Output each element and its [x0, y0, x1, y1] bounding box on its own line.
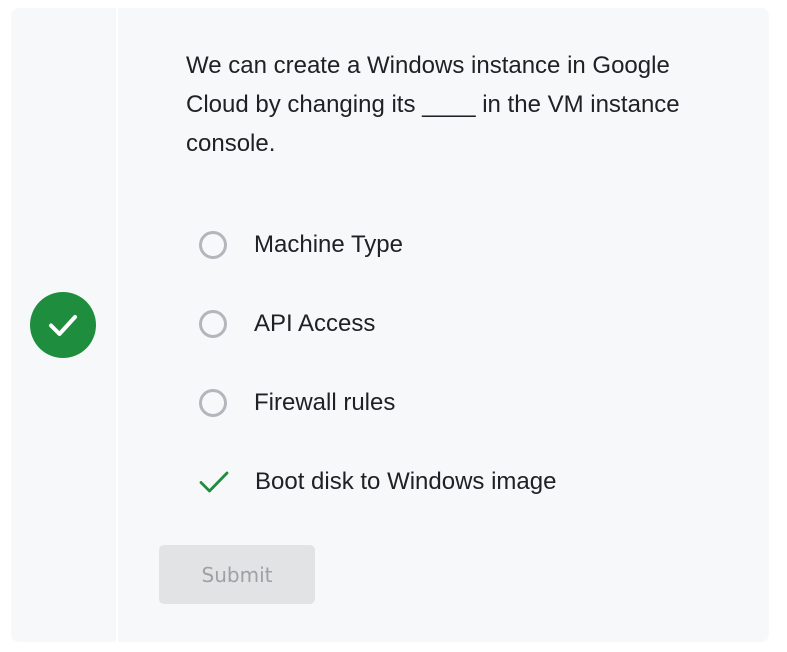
- question-text: We can create a Windows instance in Goog…: [186, 52, 680, 157]
- radio-button[interactable]: [199, 389, 227, 417]
- option-label: Firewall rules: [254, 389, 396, 416]
- option-label: API Access: [254, 310, 376, 337]
- option-label: Boot disk to Windows image: [255, 468, 557, 495]
- correct-status-badge: [30, 292, 96, 358]
- option-machine-type[interactable]: Machine Type: [198, 225, 403, 265]
- correct-answer-check-icon: [198, 468, 230, 496]
- option-firewall-rules[interactable]: Firewall rules: [198, 383, 395, 423]
- option-label: Machine Type: [254, 231, 403, 258]
- quiz-card: We can create a Windows instance in Goog…: [11, 8, 769, 642]
- option-api-access[interactable]: API Access: [198, 304, 375, 344]
- radio-button[interactable]: [199, 310, 227, 338]
- checkmark-icon: [49, 315, 77, 336]
- radio-button[interactable]: [199, 231, 227, 259]
- option-boot-disk[interactable]: Boot disk to Windows image: [198, 462, 556, 502]
- gutter-divider: [116, 8, 118, 642]
- submit-button[interactable]: Submit: [159, 545, 315, 604]
